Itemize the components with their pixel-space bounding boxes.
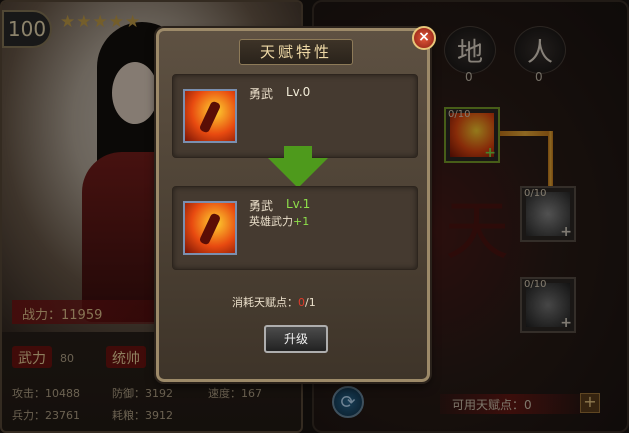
cost-have: 0: [298, 296, 305, 309]
current-talent-level: Lv.0: [286, 85, 311, 99]
cost-label: 消耗天赋点：: [232, 296, 298, 309]
bonus-label: 英雄武力: [249, 215, 293, 228]
down-arrow-icon: [268, 158, 328, 188]
bonus-value: +1: [293, 215, 310, 228]
next-talent-name: 勇武: [249, 199, 274, 213]
close-button[interactable]: ×: [412, 26, 436, 50]
dialog-title: 天赋特性: [239, 39, 353, 65]
valor-icon: [183, 89, 237, 143]
valor-icon: [183, 201, 237, 255]
next-talent-box: 勇武 Lv.1 英雄武力+1: [172, 186, 418, 270]
cost-need: /1: [305, 296, 316, 309]
next-talent-level: Lv.1: [286, 197, 311, 211]
talent-point-cost: 消耗天赋点：0/1: [232, 294, 316, 310]
upgrade-button[interactable]: 升级: [264, 325, 328, 353]
next-talent-bonus: 英雄武力+1: [249, 213, 309, 229]
current-talent-name: 勇武: [249, 87, 274, 101]
